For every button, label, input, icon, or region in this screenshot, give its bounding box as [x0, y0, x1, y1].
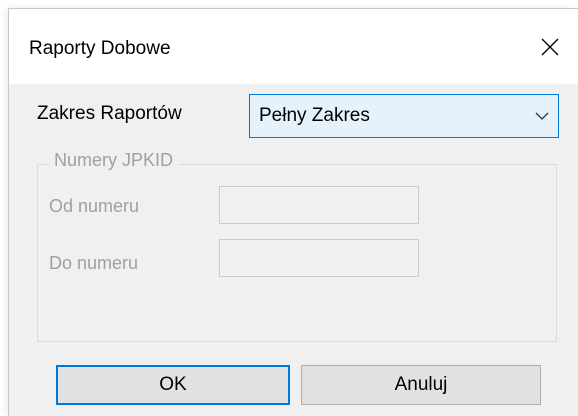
range-select[interactable]: Pełny Zakres — [249, 94, 559, 138]
close-button[interactable] — [522, 23, 578, 71]
close-icon — [541, 38, 559, 56]
ok-button[interactable]: OK — [56, 365, 290, 405]
to-number-input[interactable] — [219, 239, 419, 277]
to-number-label: Do numeru — [49, 253, 139, 273]
group-title: Numery JPKID — [49, 150, 179, 171]
range-select-value: Pełny Zakres — [259, 105, 370, 126]
title-bar: Raporty Dobowe — [9, 9, 578, 84]
from-number-input[interactable] — [219, 186, 419, 224]
range-label: Zakres Raportów — [37, 103, 182, 124]
dialog-window: Raporty Dobowe Zakres Raportów Pełny Zak… — [8, 8, 578, 416]
cancel-button[interactable]: Anuluj — [301, 365, 541, 405]
window-title: Raporty Dobowe — [29, 38, 171, 59]
chevron-down-icon — [535, 112, 549, 120]
from-number-label: Od numeru — [49, 196, 140, 216]
